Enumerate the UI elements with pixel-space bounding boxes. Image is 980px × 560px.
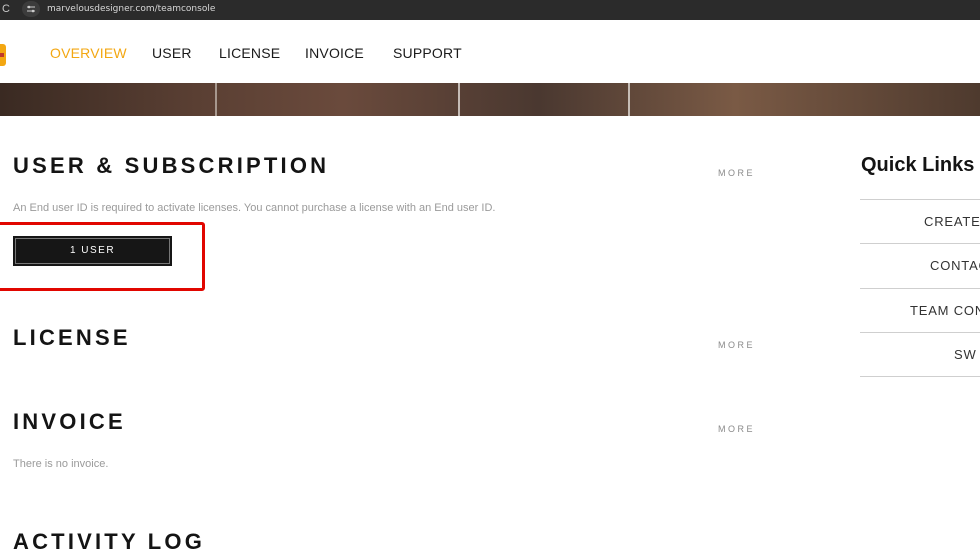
hero-detail [458,83,460,116]
license-more-link[interactable]: MORE [718,340,755,350]
invoice-title: INVOICE [13,409,126,434]
reload-icon[interactable]: C [2,2,14,16]
nav-user[interactable]: USER [152,45,192,61]
activity-log-title: ACTIVITY LOG [13,529,206,554]
quick-link-team-console[interactable]: TEAM CON [860,288,980,333]
quick-link-label: SW [954,347,977,362]
hero-detail [215,83,217,116]
quick-link-contact[interactable]: CONTAC [860,243,980,288]
invoice-empty-text: There is no invoice. [13,458,109,470]
nav-support[interactable]: SUPPORT [393,45,462,61]
license-title: LICENSE [13,325,131,350]
nav-license[interactable]: LICENSE [219,45,280,61]
site-info-icon[interactable] [22,1,40,17]
url-text[interactable]: marvelousdesigner.com/teamconsole [47,3,215,15]
invoice-more-link[interactable]: MORE [718,424,755,434]
highlight-annotation-box [0,222,205,291]
quick-link-sw[interactable]: SW [860,332,980,377]
quick-link-label: CONTAC [930,258,980,273]
quick-link-label: TEAM CON [910,303,980,318]
hero-banner-image [0,83,980,116]
quick-links-divider [860,376,980,377]
brand-logo-icon[interactable] [0,44,6,66]
quick-link-create[interactable]: CREATE [860,199,980,244]
quick-links-title: Quick Links [861,154,975,176]
browser-address-bar: C marvelousdesigner.com/teamconsole [0,0,980,20]
site-navigation: OVERVIEW USER LICENSE INVOICE SUPPORT [0,24,980,82]
nav-overview[interactable]: OVERVIEW [50,45,127,61]
nav-invoice[interactable]: INVOICE [305,45,364,61]
user-subscription-description: An End user ID is required to activate l… [13,202,496,214]
quick-link-label: CREATE [924,214,980,229]
user-subscription-more-link[interactable]: MORE [718,168,755,178]
user-subscription-title: USER & SUBSCRIPTION [13,153,330,178]
hero-detail [628,83,630,116]
